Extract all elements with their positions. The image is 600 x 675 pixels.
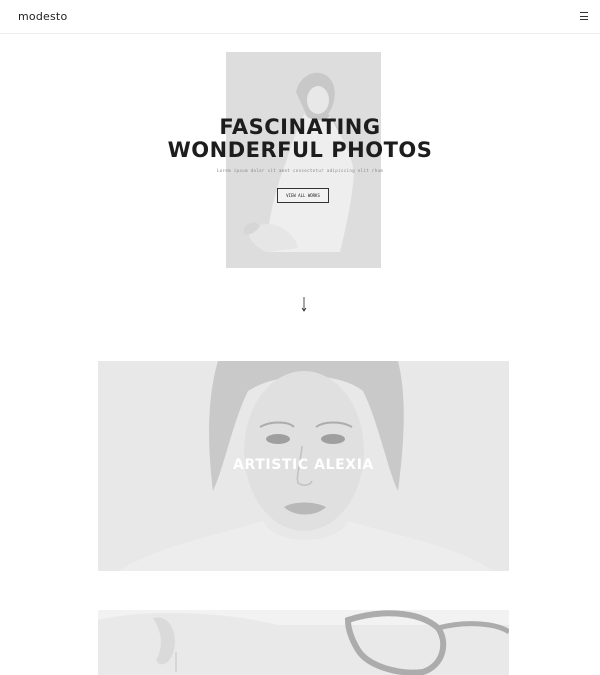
sunglasses-photo: [98, 610, 509, 675]
menu-line: [580, 15, 588, 17]
arrow-down-icon[interactable]: [300, 296, 308, 312]
gallery-item-sunglasses[interactable]: [98, 610, 509, 675]
hero-title: FASCINATING WONDERFUL PHOTOS: [0, 116, 600, 162]
hero-title-line-1: FASCINATING: [219, 115, 381, 139]
hero-title-line-2: WONDERFUL PHOTOS: [167, 138, 433, 162]
hamburger-menu-icon[interactable]: [580, 12, 588, 20]
menu-line: [580, 12, 588, 13]
menu-line: [580, 19, 588, 20]
top-navigation-bar: modesto: [0, 0, 600, 34]
gallery-item-title[interactable]: ARTISTIC ALEXIA: [98, 457, 509, 473]
gallery-item-artistic-alexia[interactable]: ARTISTIC ALEXIA: [98, 361, 509, 571]
site-logo[interactable]: modesto: [18, 10, 67, 23]
view-all-works-button[interactable]: VIEW ALL WORKS: [277, 188, 329, 203]
hero-subtitle: Lorem ipsum dolor sit amet consectetur a…: [216, 168, 384, 173]
